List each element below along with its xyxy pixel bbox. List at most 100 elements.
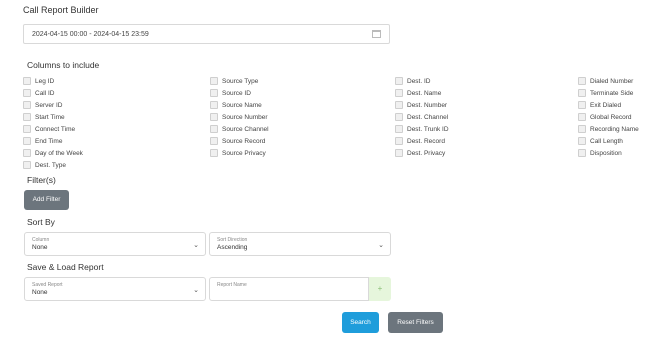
- column-option-label: Source Number: [222, 113, 268, 121]
- checkbox[interactable]: [578, 113, 586, 121]
- column-option[interactable]: Dest. ID: [395, 76, 430, 86]
- checkbox[interactable]: [578, 149, 586, 157]
- column-option-label: Dest. Type: [35, 161, 66, 169]
- column-option[interactable]: Source Record: [210, 136, 265, 146]
- add-filter-button[interactable]: Add Filter: [24, 190, 69, 210]
- column-option[interactable]: Source Channel: [210, 124, 269, 134]
- column-option-label: Dest. Trunk ID: [407, 125, 449, 133]
- report-name-placeholder: Report Name: [217, 282, 247, 288]
- column-option[interactable]: Source Number: [210, 112, 268, 122]
- checkbox[interactable]: [210, 77, 218, 85]
- chevron-down-icon: ⌄: [193, 287, 199, 294]
- column-option[interactable]: Recording Name: [578, 124, 639, 134]
- checkbox[interactable]: [23, 89, 31, 97]
- sort-column-value: None: [32, 244, 48, 251]
- column-option[interactable]: Source Privacy: [210, 148, 266, 158]
- column-option[interactable]: Connect Time: [23, 124, 75, 134]
- checkbox[interactable]: [395, 113, 403, 121]
- checkbox[interactable]: [23, 101, 31, 109]
- column-option-label: Terminate Side: [590, 89, 634, 97]
- column-option-label: Server ID: [35, 101, 63, 109]
- date-range-input[interactable]: 2024-04-15 00:00 - 2024-04-15 23:59: [23, 24, 390, 44]
- sort-column-select[interactable]: Column None ⌄: [24, 232, 206, 256]
- checkbox[interactable]: [23, 137, 31, 145]
- checkbox[interactable]: [578, 89, 586, 97]
- column-option[interactable]: Terminate Side: [578, 88, 633, 98]
- column-option-label: Start Time: [35, 113, 65, 121]
- column-option-label: Dest. Number: [407, 101, 448, 109]
- checkbox[interactable]: [210, 149, 218, 157]
- checkbox[interactable]: [395, 149, 403, 157]
- column-option[interactable]: Global Record: [578, 112, 632, 122]
- add-report-button[interactable]: +: [369, 277, 391, 301]
- column-option[interactable]: Dest. Privacy: [395, 148, 445, 158]
- column-option[interactable]: Call Length: [578, 136, 623, 146]
- column-option-label: Dialed Number: [590, 77, 634, 85]
- column-option-label: Leg ID: [35, 77, 55, 85]
- column-option[interactable]: Dest. Channel: [395, 112, 448, 122]
- checkbox[interactable]: [210, 137, 218, 145]
- column-option-label: Global Record: [590, 113, 632, 121]
- saved-report-value: None: [32, 289, 48, 296]
- calendar-icon[interactable]: [372, 30, 381, 38]
- sort-direction-label: Sort Direction: [217, 237, 248, 243]
- checkbox[interactable]: [395, 125, 403, 133]
- date-range-value: 2024-04-15 00:00 - 2024-04-15 23:59: [32, 31, 149, 38]
- checkbox[interactable]: [23, 113, 31, 121]
- column-option[interactable]: Dest. Type: [23, 160, 66, 170]
- checkbox[interactable]: [395, 77, 403, 85]
- reset-filters-button[interactable]: Reset Filters: [388, 312, 443, 333]
- column-option[interactable]: Source Type: [210, 76, 258, 86]
- checkbox[interactable]: [23, 161, 31, 169]
- column-option[interactable]: Day of the Week: [23, 148, 83, 158]
- checkbox[interactable]: [210, 113, 218, 121]
- checkbox[interactable]: [395, 101, 403, 109]
- sort-direction-select[interactable]: Sort Direction Ascending ⌄: [209, 232, 391, 256]
- column-option[interactable]: Dest. Name: [395, 88, 441, 98]
- column-option-label: Exit Dialed: [590, 101, 622, 109]
- column-option[interactable]: Server ID: [23, 100, 62, 110]
- column-option[interactable]: Exit Dialed: [578, 100, 621, 110]
- checkbox[interactable]: [23, 77, 31, 85]
- column-option[interactable]: Call ID: [23, 88, 55, 98]
- checkbox[interactable]: [395, 89, 403, 97]
- column-option[interactable]: Source Name: [210, 100, 262, 110]
- column-option-label: Disposition: [590, 149, 622, 157]
- column-option-label: Recording Name: [590, 125, 639, 133]
- checkbox[interactable]: [23, 125, 31, 133]
- checkbox[interactable]: [210, 125, 218, 133]
- sort-heading: Sort By: [27, 217, 55, 227]
- page-title: Call Report Builder: [23, 5, 99, 15]
- column-option-label: Connect Time: [35, 125, 76, 133]
- column-option[interactable]: Start Time: [23, 112, 65, 122]
- checkbox[interactable]: [210, 89, 218, 97]
- saved-report-label: Saved Report: [32, 282, 63, 288]
- column-option[interactable]: Dialed Number: [578, 76, 633, 86]
- checkbox[interactable]: [23, 149, 31, 157]
- column-option-label: Source Privacy: [222, 149, 266, 157]
- report-name-input[interactable]: Report Name: [209, 277, 369, 301]
- checkbox[interactable]: [395, 137, 403, 145]
- checkbox[interactable]: [578, 77, 586, 85]
- column-option-label: End Time: [35, 137, 63, 145]
- column-option-label: Day of the Week: [35, 149, 83, 157]
- column-option[interactable]: Disposition: [578, 148, 622, 158]
- column-option-label: Source Record: [222, 137, 266, 145]
- column-option[interactable]: Dest. Trunk ID: [395, 124, 449, 134]
- saved-report-select[interactable]: Saved Report None ⌄: [24, 277, 206, 301]
- column-option-label: Dest. Channel: [407, 113, 449, 121]
- checkbox[interactable]: [578, 137, 586, 145]
- column-option-label: Source ID: [222, 89, 251, 97]
- checkbox[interactable]: [578, 125, 586, 133]
- column-option[interactable]: Source ID: [210, 88, 251, 98]
- column-option[interactable]: Leg ID: [23, 76, 54, 86]
- checkbox[interactable]: [578, 101, 586, 109]
- column-option[interactable]: Dest. Number: [395, 100, 447, 110]
- columns-heading: Columns to include: [27, 60, 100, 70]
- checkbox[interactable]: [210, 101, 218, 109]
- sort-direction-value: Ascending: [217, 244, 248, 251]
- column-option[interactable]: Dest. Record: [395, 136, 445, 146]
- column-option[interactable]: End Time: [23, 136, 62, 146]
- column-option-label: Source Channel: [222, 125, 269, 133]
- search-button[interactable]: Search: [342, 312, 379, 333]
